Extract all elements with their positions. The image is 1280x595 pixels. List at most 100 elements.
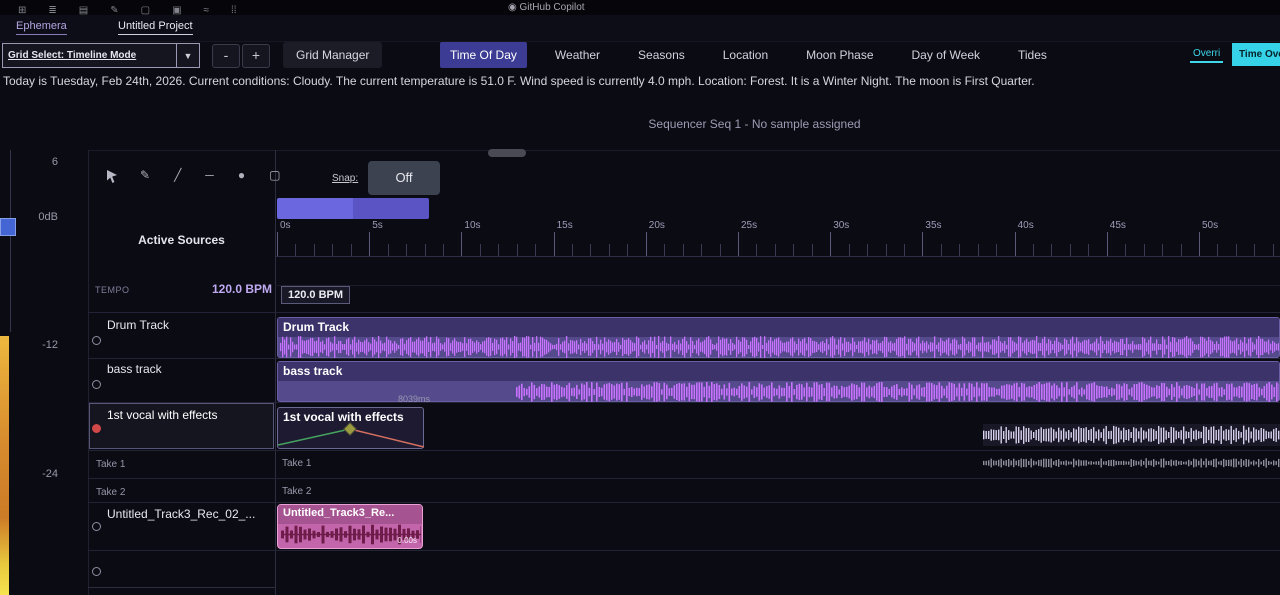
drum-waveform [280, 336, 1279, 358]
tab-time-of-day[interactable]: Time Of Day [440, 42, 527, 68]
tab-weather[interactable]: Weather [545, 42, 610, 68]
track-name-vocal[interactable]: 1st vocal with effects [107, 408, 218, 422]
ruler-tick-major [461, 232, 462, 256]
ruler-tick-minor [1144, 244, 1145, 256]
untitled-track-clip[interactable]: Untitled_Track3_Re... 0.00s [277, 504, 423, 549]
level-meter-bar [0, 336, 9, 595]
automation-envelope[interactable] [278, 408, 425, 450]
record-arm-button-armed[interactable] [92, 424, 101, 433]
record-arm-button[interactable] [92, 522, 101, 531]
ruler-tick-minor [590, 244, 591, 256]
ruler-tick-minor [849, 244, 850, 256]
zoom-out-button[interactable]: - [212, 44, 240, 68]
meter-label-6: 6 [0, 156, 58, 168]
take-1-row-label[interactable]: Take 1 [96, 459, 125, 470]
time-override-button[interactable]: Time Overri [1232, 43, 1280, 66]
browser-chrome-bar: ⊞≣▤✎▢▣≈⁞⁞ ◉ GitHub Copilot [0, 0, 1280, 15]
take-1-waveform[interactable] [983, 455, 1280, 471]
ruler-tick-minor [756, 244, 757, 256]
ruler-tick-minor [664, 244, 665, 256]
snap-toggle-button[interactable]: Off [368, 161, 440, 195]
ruler-tick-minor [720, 244, 721, 256]
ruler-tick-minor [1254, 244, 1255, 256]
tab-tides[interactable]: Tides [1008, 42, 1057, 68]
track-panel-right-border [275, 150, 276, 595]
ruler-tick-minor [535, 244, 536, 256]
record-arm-button[interactable] [92, 380, 101, 389]
copilot-item[interactable]: ◉ GitHub Copilot [508, 0, 585, 15]
app-name[interactable]: Ephemera [16, 20, 67, 35]
ruler-tick-minor [904, 244, 905, 256]
chevron-down-icon: ▼ [176, 44, 199, 67]
ruler-tick-minor [480, 244, 481, 256]
clip-title: Untitled_Track3_Re... [278, 505, 422, 524]
vocal-clip[interactable]: 1st vocal with effects [277, 407, 424, 449]
ruler-tick-minor [683, 244, 684, 256]
region-tool-icon[interactable]: ▢ [269, 168, 280, 182]
track-name-drum[interactable]: Drum Track [107, 318, 169, 332]
ruler-tick-minor [332, 244, 333, 256]
line-tool-icon[interactable]: ╱ [174, 168, 181, 182]
loop-selection-region[interactable] [277, 198, 429, 219]
ruler-tick-label: 0s [280, 220, 291, 231]
drum-track-clip[interactable]: Drum Track [277, 317, 1280, 358]
ruler-tick-label: 30s [833, 220, 849, 231]
grid-manager-button[interactable]: Grid Manager [283, 42, 382, 68]
ruler-tick-minor [1217, 244, 1218, 256]
vocal-right-waveform[interactable] [983, 424, 1280, 446]
app-window: ⊞≣▤✎▢▣≈⁞⁞ ◉ GitHub Copilot Ephemera Unti… [0, 0, 1280, 595]
clip-title: bass track [278, 362, 1279, 381]
tab-day-of-week[interactable]: Day of Week [902, 42, 990, 68]
ruler-tick-major [277, 232, 278, 256]
ruler-tick-minor [1070, 244, 1071, 256]
lane-divider [88, 502, 1280, 503]
tool-icon-row: ✎ ╱ ─ ● ▢ [140, 168, 280, 182]
ruler-tick-minor [941, 244, 942, 256]
ruler-tick-minor [425, 244, 426, 256]
ruler-tick-minor [627, 244, 628, 256]
clip-time-label: 0.00s [397, 536, 417, 545]
ruler-tick-minor [406, 244, 407, 256]
clip-title: Drum Track [278, 318, 1279, 337]
tempo-lane-line [275, 285, 1280, 286]
ruler-tick-label: 20s [649, 220, 665, 231]
track-name-untitled[interactable]: Untitled_Track3_Rec_02_... [107, 507, 255, 521]
dot-tool-icon[interactable]: ● [238, 168, 245, 182]
ruler-tick-minor [775, 244, 776, 256]
tab-moon-phase[interactable]: Moon Phase [796, 42, 883, 68]
ruler-tick-major [1015, 232, 1016, 256]
ruler-tick-major [738, 232, 739, 256]
cursor-tool-icon[interactable] [106, 170, 119, 189]
project-name[interactable]: Untitled Project [118, 20, 193, 35]
ruler-tick-minor [996, 244, 997, 256]
tempo-label: TEMPO [95, 285, 130, 295]
ruler-tick-minor [701, 244, 702, 256]
dash-tool-icon[interactable]: ─ [205, 168, 214, 182]
horizontal-scrollbar-thumb[interactable] [488, 149, 526, 157]
tab-location[interactable]: Location [713, 42, 778, 68]
ruler-tick-label: 50s [1202, 220, 1218, 231]
override-button[interactable]: Overri [1190, 46, 1223, 63]
tab-seasons[interactable]: Seasons [628, 42, 695, 68]
lane-divider [88, 450, 1280, 451]
draw-tool-icon[interactable]: ✎ [140, 168, 150, 182]
active-sources-header: Active Sources [88, 233, 275, 247]
take-2-row-label[interactable]: Take 2 [96, 487, 125, 498]
tempo-marker-chip[interactable]: 120.0 BPM [281, 286, 350, 304]
meter-fader-handle[interactable] [0, 218, 16, 236]
ruler-tick-minor [572, 244, 573, 256]
tempo-value[interactable]: 120.0 BPM [150, 282, 272, 296]
ruler-tick-minor [388, 244, 389, 256]
timeline-ruler[interactable]: 0s5s10s15s20s25s30s35s40s45s50s [275, 220, 1280, 257]
record-arm-button[interactable] [92, 567, 101, 576]
ruler-tick-minor [1125, 244, 1126, 256]
copilot-label: GitHub Copilot [520, 2, 585, 13]
ruler-tick-minor [1181, 244, 1182, 256]
record-arm-button[interactable] [92, 336, 101, 345]
track-panel-bottom-border [88, 587, 275, 588]
grid-select-dropdown[interactable]: Grid Select: Timeline Mode ▼ [2, 43, 200, 68]
ruler-tick-major [554, 232, 555, 256]
track-name-bass[interactable]: bass track [107, 362, 162, 376]
lane-divider [88, 478, 1280, 479]
zoom-in-button[interactable]: + [242, 44, 270, 68]
